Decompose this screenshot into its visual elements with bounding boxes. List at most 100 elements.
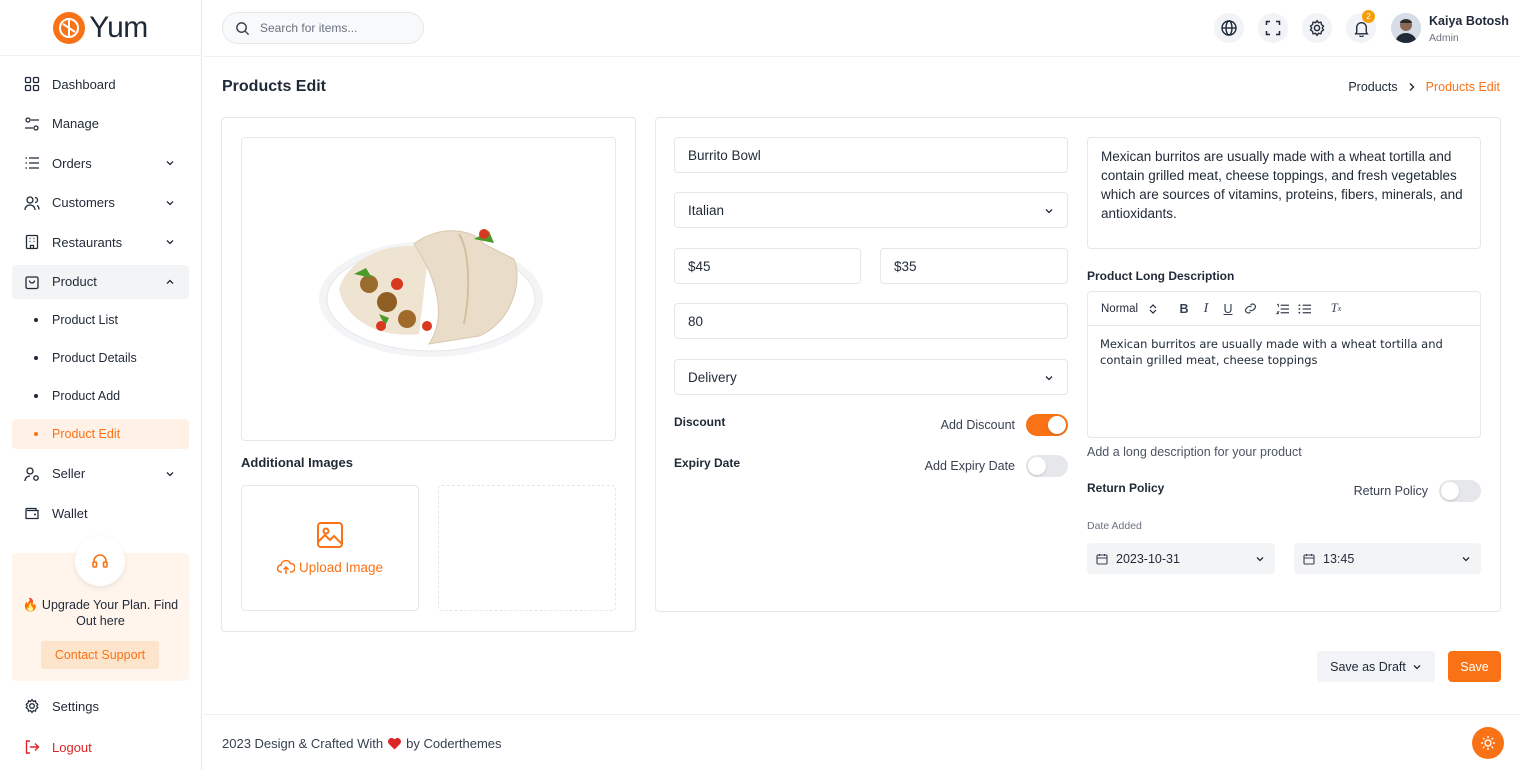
bag-icon (25, 276, 39, 290)
breadcrumb-link-products[interactable]: Products (1348, 80, 1397, 94)
chevron-down-icon (1045, 376, 1053, 381)
bullet-list-icon[interactable] (1293, 300, 1315, 318)
additional-images-label: Additional Images (241, 455, 353, 470)
page-title: Products Edit (222, 78, 327, 95)
sidebar-item-customers[interactable]: Customers (12, 186, 189, 220)
sidebar-item-label: Logout (52, 739, 92, 755)
chevron-down-icon (1045, 209, 1053, 214)
sidebar-item-manage[interactable]: Manage (12, 107, 189, 141)
notification-badge: 2 (1362, 10, 1375, 23)
price-input[interactable]: $45 (674, 248, 861, 284)
date-added-label: Date Added (1087, 520, 1142, 532)
link-icon[interactable] (1239, 300, 1261, 318)
cuisine-select[interactable]: Italian (674, 192, 1068, 228)
sidebar-item-product[interactable]: Product (12, 264, 189, 299)
upgrade-text: 🔥 Upgrade Your Plan. Find Out here (22, 598, 179, 628)
fullscreen-button[interactable] (1258, 13, 1288, 43)
chevron-down-icon (166, 471, 174, 476)
image-icon (317, 522, 343, 548)
sidebar-item-label: Settings (52, 698, 99, 714)
sidebar-item-label: Customers (52, 195, 115, 211)
upgrade-card: 🔥 Upgrade Your Plan. Find Out here Conta… (12, 536, 189, 681)
bold-icon[interactable]: B (1173, 300, 1195, 318)
quantity-input[interactable]: 80 (674, 303, 1068, 339)
date-value: 2023-10-31 (1116, 551, 1180, 566)
time-value: 13:45 (1323, 551, 1355, 566)
ordered-list-icon[interactable] (1271, 300, 1293, 318)
expiry-date-label: Expiry Date (674, 456, 741, 470)
editor-content[interactable]: Mexican burritos are usually made with a… (1088, 326, 1480, 378)
user-name[interactable]: Kaiya Botosh (1429, 14, 1509, 28)
sidebar-item-orders[interactable]: Orders (12, 146, 189, 180)
footer-text: 2023 Design & Crafted With by Codertheme… (222, 736, 502, 751)
calendar-icon (1303, 553, 1315, 565)
calendar-icon (1096, 553, 1108, 565)
sidebar-item-restaurants[interactable]: Restaurants (12, 225, 189, 259)
sidebar-subitem-product-add[interactable]: Product Add (12, 381, 189, 411)
sidebar-item-seller[interactable]: Seller (12, 457, 189, 491)
upload-image-button[interactable]: Upload Image (241, 485, 419, 611)
save-button[interactable]: Save (1448, 651, 1501, 682)
footer: 2023 Design & Crafted With by Codertheme… (203, 714, 1520, 770)
chevron-down-icon (166, 200, 174, 206)
cuisine-value: Italian (688, 202, 725, 218)
headset-icon (75, 536, 125, 586)
image-slot-empty[interactable] (438, 485, 616, 611)
breadcrumb-current: Products Edit (1425, 80, 1500, 94)
sidebar-item-label: Manage (52, 116, 99, 132)
settings-button[interactable] (1302, 13, 1332, 43)
return-policy-toggle-label: Return Policy (1353, 484, 1428, 498)
gear-icon (1309, 19, 1325, 37)
notifications-button[interactable]: 2 (1346, 10, 1376, 43)
sidebar-item-wallet[interactable]: Wallet (12, 496, 189, 530)
long-description-editor: Normal B I U Tx Mexican burritos are usu… (1087, 291, 1481, 438)
chevron-down-icon (1462, 557, 1470, 562)
return-policy-toggle[interactable] (1439, 480, 1481, 502)
search-box[interactable] (222, 12, 424, 44)
sidebar-item-logout[interactable]: Logout (12, 730, 189, 764)
contact-support-button[interactable]: Contact Support (41, 641, 159, 669)
italic-icon[interactable]: I (1195, 300, 1217, 318)
sidebar-subitem-product-edit[interactable]: Product Edit (12, 418, 189, 449)
sidebar: Yum Dashboard Manage Orders Customers Re… (0, 0, 202, 770)
sidebar-item-settings[interactable]: Settings (12, 689, 189, 723)
product-main-image[interactable] (241, 137, 616, 441)
search-icon (236, 21, 250, 35)
search-input[interactable] (260, 21, 400, 35)
underline-icon[interactable]: U (1217, 300, 1239, 318)
discount-label: Discount (674, 415, 726, 429)
clear-format-icon[interactable]: Tx (1325, 300, 1347, 318)
theme-toggle-button[interactable] (1472, 727, 1504, 759)
chevron-right-icon (1409, 83, 1415, 91)
sidebar-subitem-product-details[interactable]: Product Details (12, 343, 189, 373)
globe-icon (1221, 20, 1237, 36)
date-picker[interactable]: 2023-10-31 (1087, 543, 1275, 574)
expiry-toggle[interactable] (1026, 455, 1068, 477)
avatar[interactable] (1391, 13, 1421, 43)
burrito-image (318, 229, 543, 357)
add-discount-label: Add Discount (940, 418, 1015, 432)
sidebar-item-label: Dashboard (52, 76, 116, 92)
language-button[interactable] (1214, 13, 1244, 43)
discount-toggle[interactable] (1026, 414, 1068, 436)
chevron-down-icon (1413, 664, 1421, 669)
logo[interactable]: Yum (0, 0, 201, 56)
product-name-input[interactable]: Burrito Bowl (674, 137, 1068, 173)
save-as-draft-button[interactable]: Save as Draft (1317, 651, 1435, 682)
sun-icon (1481, 736, 1495, 750)
sidebar-item-label: Product (52, 274, 97, 290)
chevron-down-icon (166, 161, 174, 166)
long-description-helper: Add a long description for your product (1087, 445, 1302, 459)
short-description-textarea[interactable]: Mexican burritos are usually made with a… (1087, 137, 1481, 249)
sidebar-item-dashboard[interactable]: Dashboard (12, 67, 189, 101)
fullscreen-icon (1265, 20, 1281, 36)
users-icon (24, 196, 40, 210)
user-role: Admin (1429, 32, 1459, 44)
logout-icon (25, 740, 40, 754)
format-select[interactable]: Normal (1101, 303, 1149, 315)
sale-price-input[interactable]: $35 (880, 248, 1068, 284)
time-picker[interactable]: 13:45 (1294, 543, 1481, 574)
sidebar-subitem-product-list[interactable]: Product List (12, 305, 189, 335)
chevron-down-icon (166, 240, 174, 245)
delivery-select[interactable]: Delivery (674, 359, 1068, 395)
